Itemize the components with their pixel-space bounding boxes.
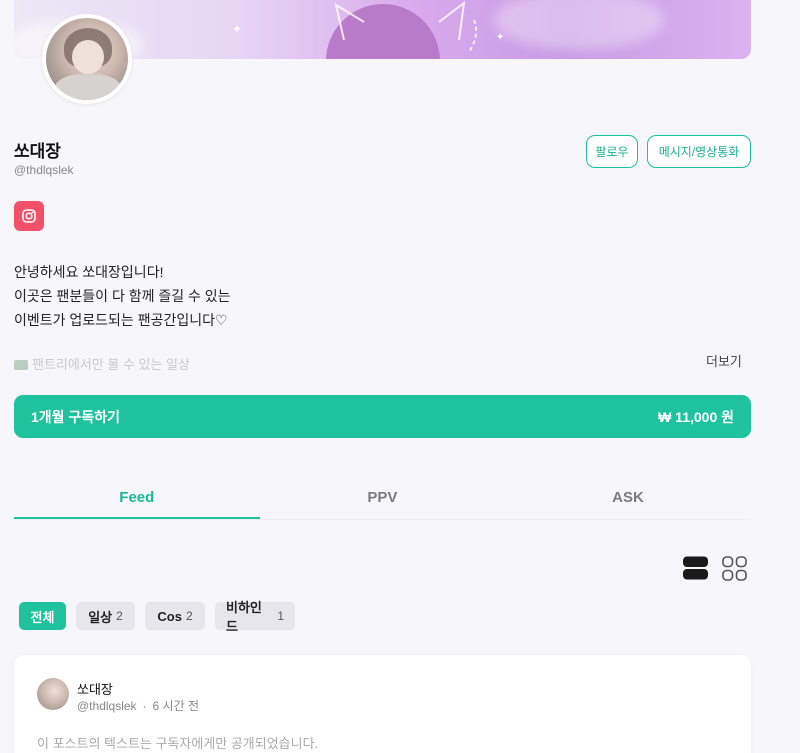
- post-author-name[interactable]: 쏘대장: [77, 679, 113, 698]
- post-author-handle: @thdlqslek: [77, 699, 137, 713]
- grid-view-icon[interactable]: [722, 556, 747, 581]
- profile-bio: 안녕하세요 쏘대장입니다! 이곳은 팬분들이 다 함께 즐길 수 있는 이벤트가…: [14, 260, 231, 332]
- subscribe-price: ₩ 11,000 원: [658, 408, 734, 425]
- bio-line: 이벤트가 업로드되는 팬공간입니다♡: [14, 312, 228, 328]
- tab-ask[interactable]: ASK: [505, 485, 751, 520]
- post-card[interactable]: 쏘대장 @thdlqslek · 6 시간 전 이 포스트의 텍스트는 구독자에게만…: [14, 655, 751, 753]
- bio-faded-line: 팬트리에서만 볼 수 있는 일상: [14, 354, 314, 370]
- content-tabs: Feed PPV ASK: [14, 485, 751, 520]
- subscribe-label: 1개월 구독하기: [31, 408, 120, 425]
- filter-chip-behind[interactable]: 비하인드 1: [215, 600, 295, 634]
- tab-feed[interactable]: Feed: [14, 485, 260, 520]
- post-time: 6 시간 전: [152, 699, 200, 713]
- filter-chip-cos[interactable]: Cos 2: [145, 602, 205, 630]
- instagram-link[interactable]: [14, 201, 44, 231]
- tab-divider: [14, 519, 751, 520]
- profile-name: 쏘대장: [14, 142, 61, 161]
- post-locked-text: 이 포스트의 텍스트는 구독자에게만 공개되었습니다.: [37, 736, 319, 751]
- list-view-icon[interactable]: [683, 556, 708, 580]
- post-author-avatar[interactable]: [37, 678, 69, 710]
- filter-chip-all[interactable]: 전체: [19, 602, 66, 630]
- post-meta: @thdlqslek · 6 시간 전: [77, 699, 200, 713]
- subscribe-button[interactable]: 1개월 구독하기 ₩ 11,000 원: [14, 395, 751, 438]
- bio-line: 이곳은 팬분들이 다 함께 즐길 수 있는: [14, 288, 231, 304]
- follow-button[interactable]: 팔로우: [586, 135, 638, 168]
- tab-ppv[interactable]: PPV: [260, 485, 506, 520]
- message-call-button[interactable]: 메시지/영상통화: [647, 135, 751, 168]
- more-button[interactable]: 더보기: [706, 351, 742, 370]
- profile-handle: @thdlqslek: [14, 163, 74, 177]
- instagram-icon: [22, 209, 36, 223]
- book-icon: [14, 360, 28, 370]
- profile-avatar: [42, 14, 132, 104]
- bio-line: 안녕하세요 쏘대장입니다!: [14, 264, 164, 280]
- filter-chip-daily[interactable]: 일상 2: [76, 602, 135, 630]
